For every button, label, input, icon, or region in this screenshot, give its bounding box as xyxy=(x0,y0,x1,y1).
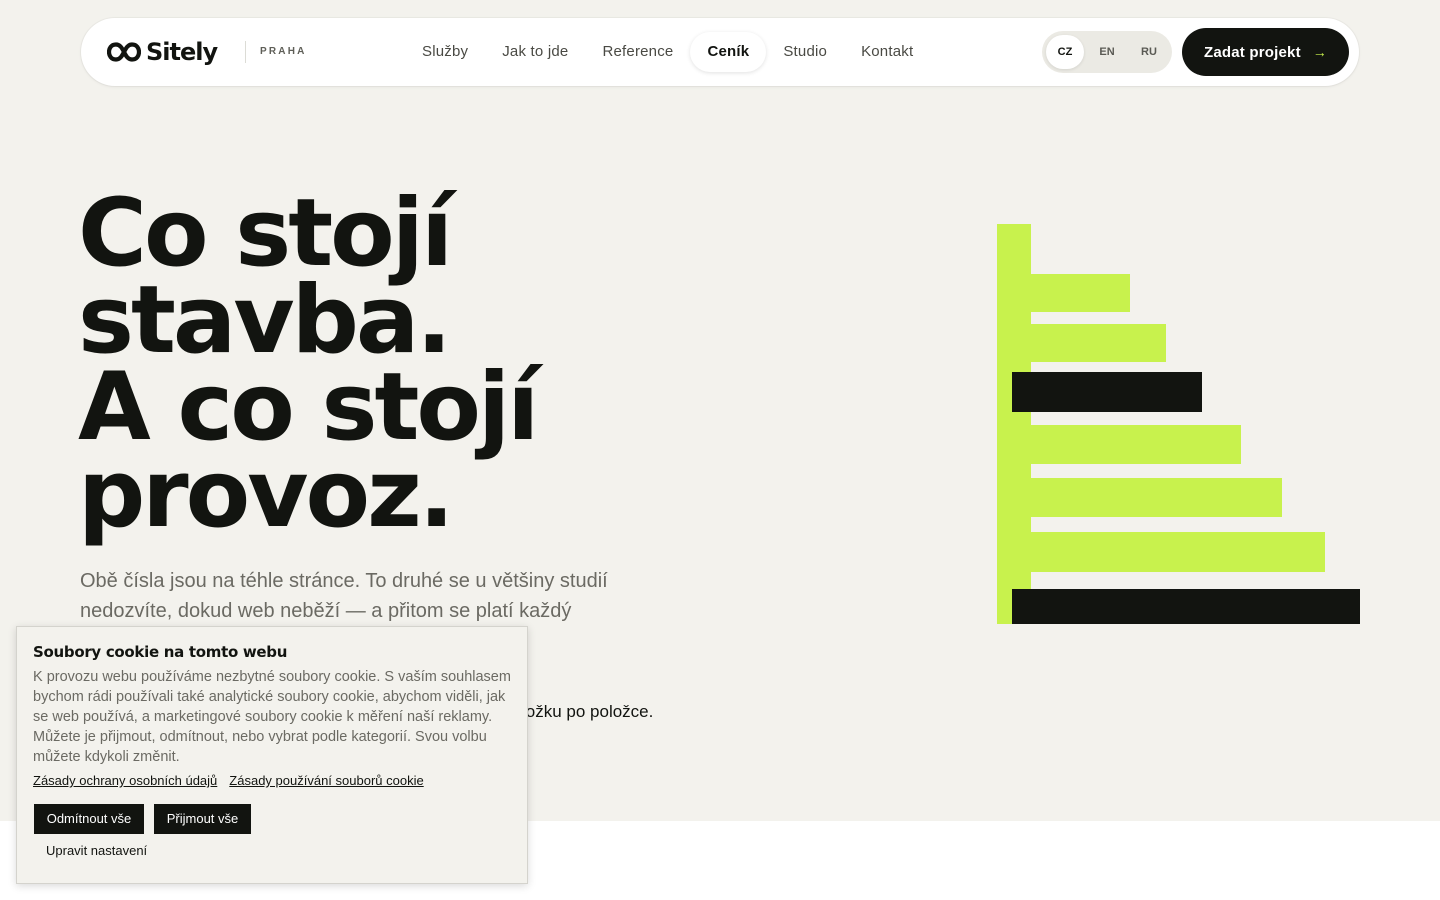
nav-item-studio[interactable]: Studio xyxy=(766,32,844,72)
title-line: A co stojí xyxy=(78,353,539,462)
nav-item-cenik[interactable]: Ceník xyxy=(690,32,767,72)
infinity-logo-icon xyxy=(107,42,141,62)
cookie-policy-link[interactable]: Zásady používání souborů cookie xyxy=(229,773,423,788)
lang-ru[interactable]: RU xyxy=(1130,35,1168,69)
cookie-links: Zásady ochrany osobních údajů Zásady pou… xyxy=(33,773,436,788)
lang-cz[interactable]: CZ xyxy=(1046,35,1084,69)
edit-settings-button[interactable]: Upravit nastavení xyxy=(46,843,147,858)
nav-item-jak-to-jde[interactable]: Jak to jde xyxy=(485,32,585,72)
site-header: Sitely PRAHA Služby Jak to jde Reference… xyxy=(81,18,1359,86)
nav-item-kontakt[interactable]: Kontakt xyxy=(844,32,930,72)
hero-subtitle: Obě čísla jsou na téhle stránce. To druh… xyxy=(80,570,608,622)
language-switcher: CZ EN RU xyxy=(1042,31,1172,73)
logo-city: PRAHA xyxy=(260,46,307,57)
zadat-projekt-button[interactable]: Zadat projekt → xyxy=(1182,28,1349,76)
title-line: Co stojí xyxy=(78,179,453,288)
logo-divider xyxy=(245,41,246,63)
nav-item-reference[interactable]: Reference xyxy=(585,32,690,72)
hero-subtitle-tail: ložku po položce. xyxy=(522,702,654,721)
cta-label: Zadat projekt xyxy=(1204,43,1301,61)
cookie-title: Soubory cookie na tomto webu xyxy=(33,643,288,661)
logo-text: Sitely xyxy=(146,38,218,66)
cookie-banner: Soubory cookie na tomto webu K provozu w… xyxy=(16,626,528,884)
main-nav: Služby Jak to jde Reference Ceník Studio… xyxy=(405,32,930,72)
page-title: Co stojí stavba. A co stojí provoz. xyxy=(78,179,778,549)
reject-all-button[interactable]: Odmítnout vše xyxy=(34,804,144,834)
cookie-text: K provozu webu používáme nezbytné soubor… xyxy=(33,669,511,765)
arrow-right-icon: → xyxy=(1312,44,1327,60)
lang-en[interactable]: EN xyxy=(1088,35,1126,69)
title-line: provoz. xyxy=(78,440,455,549)
title-line: stavba. xyxy=(78,266,452,375)
nav-item-sluzby[interactable]: Služby xyxy=(405,32,485,72)
privacy-policy-link[interactable]: Zásady ochrany osobních údajů xyxy=(33,773,217,788)
accept-all-button[interactable]: Přijmout vše xyxy=(154,804,251,834)
logo[interactable]: Sitely xyxy=(107,38,218,66)
